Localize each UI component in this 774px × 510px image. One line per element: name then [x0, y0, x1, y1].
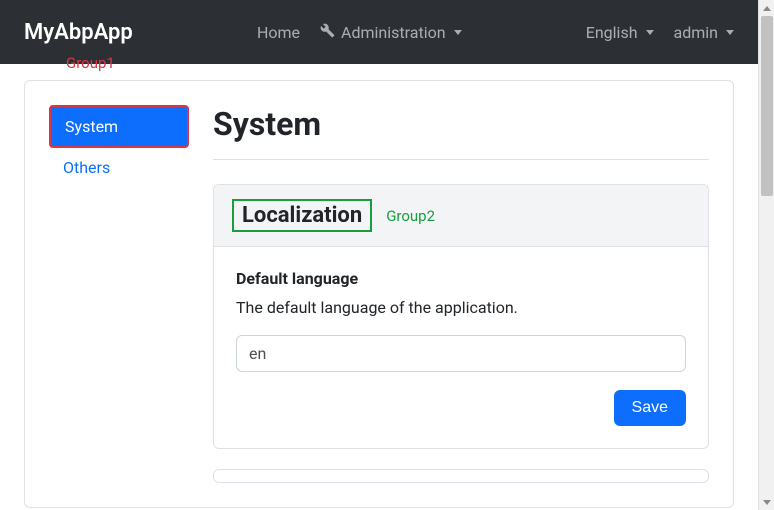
caret-down-icon: [726, 30, 734, 35]
nav-administration-label: Administration: [341, 23, 446, 42]
settings-card: System Others System Localization: [24, 80, 734, 508]
divider: [213, 159, 709, 160]
scroll-up-button[interactable]: [759, 0, 774, 16]
nav-language[interactable]: English: [586, 23, 654, 42]
settings-tabs: System Others: [49, 105, 189, 187]
annotation-group2: Group2: [386, 207, 435, 225]
panel-header: Localization Group2: [214, 185, 708, 247]
wrench-icon: [320, 23, 335, 42]
field-desc-default-language: The default language of the application.: [236, 298, 686, 317]
nav-home-label: Home: [257, 23, 300, 42]
nav-administration[interactable]: Administration: [320, 23, 462, 42]
nav-home[interactable]: Home: [257, 23, 300, 42]
app-brand[interactable]: MyAbpApp: [24, 20, 133, 45]
annotation-group1: Group1: [66, 54, 115, 72]
nav-user[interactable]: admin: [674, 23, 734, 42]
tab-others-label: Others: [63, 158, 110, 177]
tab-system[interactable]: System: [49, 105, 189, 148]
default-language-input[interactable]: [236, 335, 686, 372]
page-title: System: [213, 105, 709, 143]
next-panel-partial: [213, 469, 709, 483]
caret-down-icon: [454, 30, 462, 35]
chevron-up-icon: [763, 6, 771, 11]
scroll-thumb[interactable]: [761, 16, 773, 196]
scrollbar-vertical[interactable]: [758, 0, 774, 510]
nav-user-label: admin: [674, 23, 718, 42]
chevron-down-icon: [763, 500, 771, 505]
nav-language-label: English: [586, 23, 638, 42]
field-label-default-language: Default language: [236, 269, 686, 288]
scroll-down-button[interactable]: [759, 494, 774, 510]
panel-title: Localization: [232, 199, 372, 232]
tab-others[interactable]: Others: [49, 148, 189, 187]
tab-system-label: System: [65, 117, 118, 136]
localization-panel: Localization Group2 Default language The…: [213, 184, 709, 449]
save-button[interactable]: Save: [614, 390, 686, 426]
caret-down-icon: [646, 30, 654, 35]
